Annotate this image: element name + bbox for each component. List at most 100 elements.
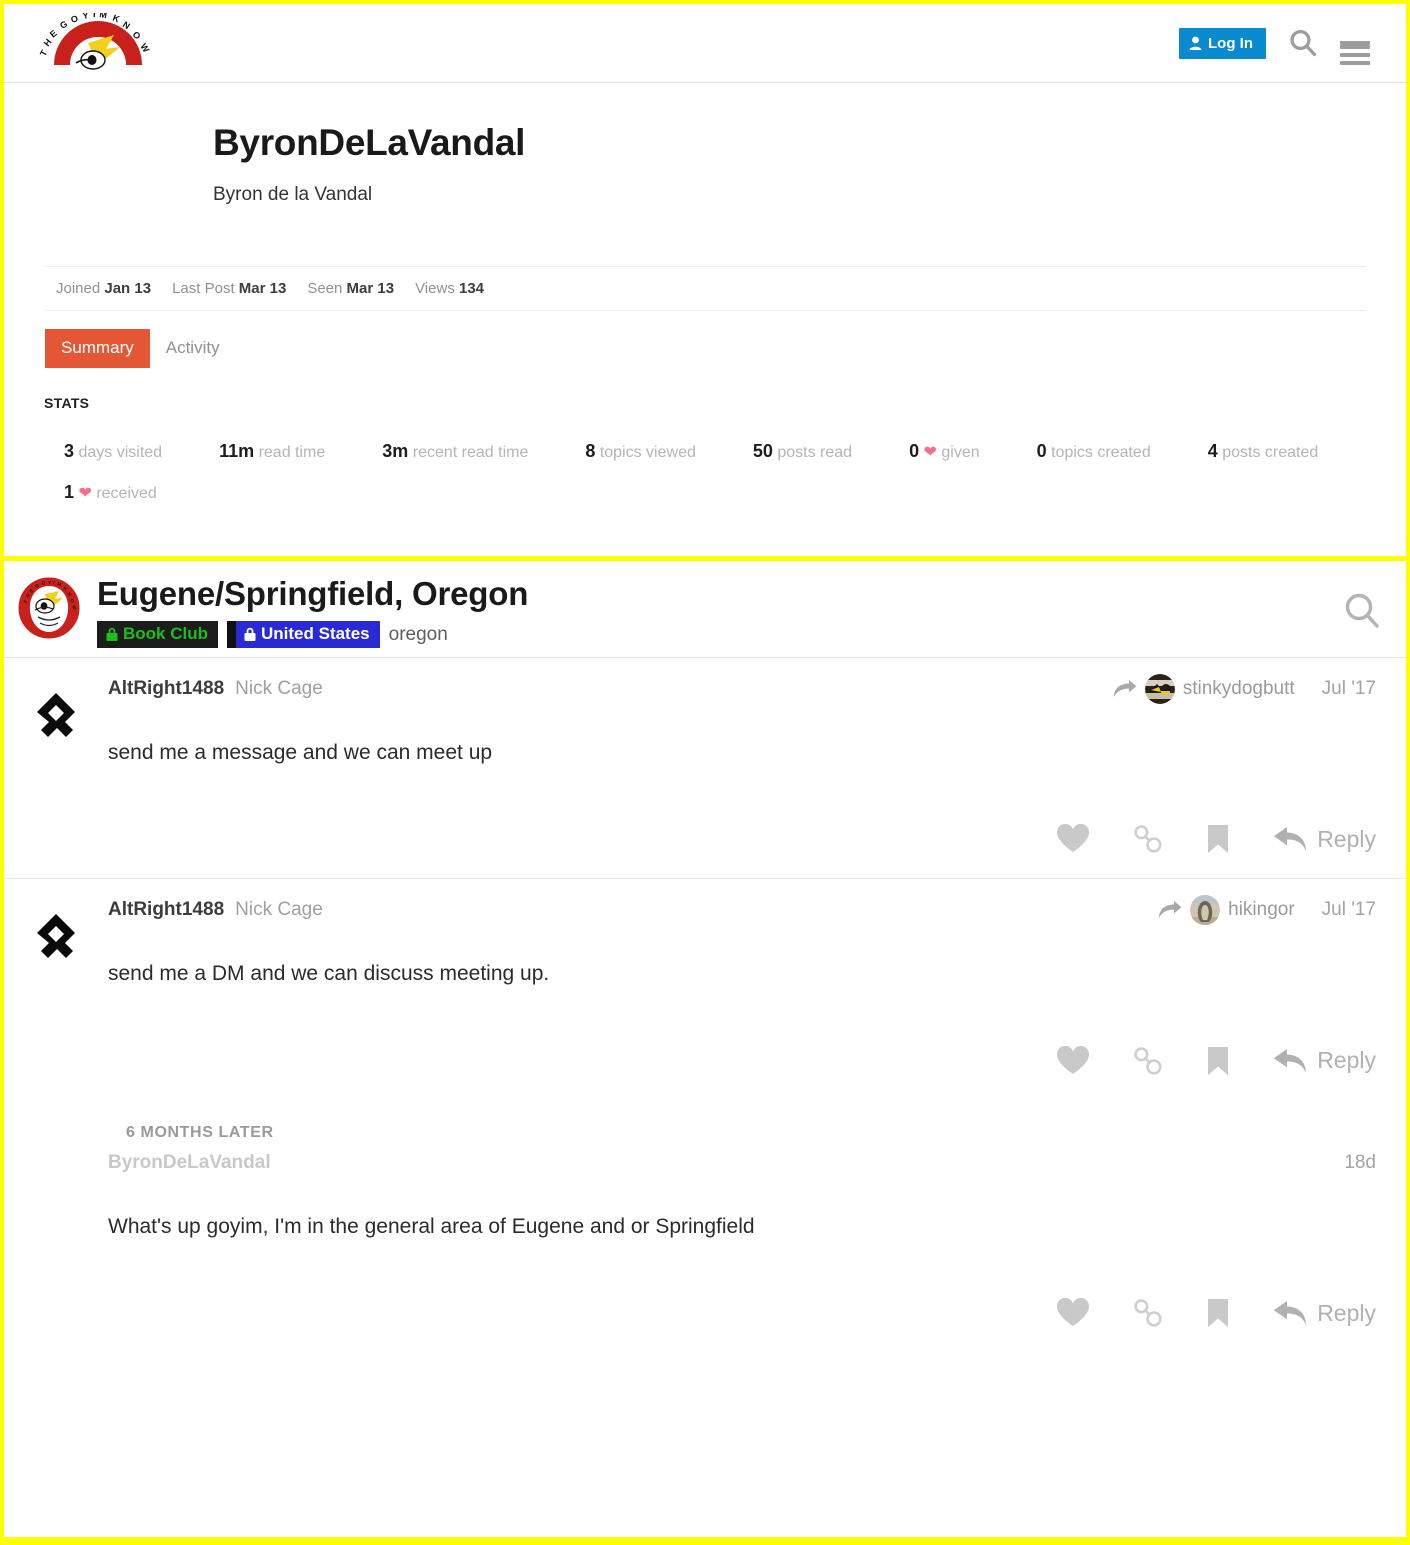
reply-to-username: stinkydogbutt <box>1182 678 1295 699</box>
tab-summary[interactable]: Summary <box>45 328 150 368</box>
svg-text:H: H <box>42 37 54 48</box>
post-body: AltRight1488 Nick Cage <box>86 895 1382 1099</box>
like-button[interactable] <box>1057 824 1090 854</box>
search-icon <box>1288 28 1318 58</box>
profile-meta-joined: Joined Jan 13 <box>56 280 151 297</box>
svg-text:T: T <box>38 48 50 58</box>
reply-arrow-icon <box>1273 1048 1307 1074</box>
post-date: Jul '17 <box>1321 678 1376 699</box>
heart-icon: ❤ <box>923 443 937 461</box>
login-button[interactable]: Log In <box>1179 27 1266 59</box>
user-icon <box>1189 36 1202 50</box>
post-body: AltRight1488 Nick Cage <box>86 674 1382 878</box>
othala-rune-avatar[interactable] <box>26 674 86 878</box>
heart-icon <box>1057 1045 1090 1076</box>
stat-value: 1 <box>64 481 75 502</box>
post-author-username[interactable]: ByronDeLaVandal <box>108 1152 271 1174</box>
category-badge-label: United States <box>261 624 370 644</box>
topic-title[interactable]: Eugene/Springfield, Oregon <box>97 575 528 612</box>
bookmark-button[interactable] <box>1207 824 1229 854</box>
goyim-know-logo[interactable]: T H E G O Y I M K N O W <box>36 13 160 73</box>
goyim-know-eagle-avatar[interactable]: T H E G O Y I M K N O W <box>18 577 80 639</box>
post-actions: Reply <box>108 990 1376 1100</box>
stat-label: posts read <box>777 443 853 461</box>
svg-text:W: W <box>138 42 151 55</box>
post-text: What's up goyim, I'm in the general area… <box>108 1214 755 1238</box>
post-author-username[interactable]: AltRight1488 <box>108 899 224 921</box>
post-body: ByronDeLaVandal 18d What's up goyim, I'm… <box>86 1148 1382 1352</box>
profile-tabs: Summary Activity <box>44 328 1366 368</box>
bookmark-icon <box>1207 1298 1229 1328</box>
meta-label: Joined <box>56 279 101 297</box>
topic-tag-oregon[interactable]: oregon <box>389 624 448 646</box>
chain-link-icon <box>1133 1298 1163 1328</box>
post-text: send me a DM and we can discuss meeting … <box>108 962 550 986</box>
hamburger-menu-icon <box>1340 41 1370 65</box>
stat-value: 50 <box>752 440 773 461</box>
topic-tags: Book Club United States oregon <box>97 621 528 648</box>
stat-value: 11m <box>219 440 255 461</box>
post-avatar-placeholder <box>26 1148 86 1352</box>
site-header: T H E G O Y I M K N O W Log In <box>4 4 1406 83</box>
stat-likes-received: 1 ❤ received <box>64 482 157 503</box>
reply-button-label: Reply <box>1317 1299 1376 1326</box>
header-actions: Log In <box>1179 27 1378 65</box>
copy-link-button[interactable] <box>1133 1298 1163 1328</box>
heart-icon: ❤ <box>78 484 92 502</box>
post-item: AltRight1488 Nick Cage <box>4 878 1406 1099</box>
stat-topics-created: 0 topics created <box>1037 441 1151 462</box>
category-badge-united-states[interactable]: United States <box>227 621 380 648</box>
reply-button-label: Reply <box>1317 825 1376 852</box>
stat-value: 0 <box>909 440 920 461</box>
heart-icon <box>1057 1298 1090 1328</box>
reply-button[interactable]: Reply <box>1273 826 1376 853</box>
header-search-button[interactable] <box>1288 28 1318 58</box>
svg-text:K: K <box>111 13 121 24</box>
meta-label: Last Post <box>172 279 235 297</box>
post-author-username[interactable]: AltRight1488 <box>108 678 224 700</box>
stat-value: 3 <box>64 440 75 461</box>
reply-to-username: hikingor <box>1228 899 1295 921</box>
svg-text:I: I <box>93 13 96 19</box>
lock-icon <box>244 627 256 642</box>
stats-row-primary: 3 days visited 11m read time 3m recent r… <box>44 431 1366 472</box>
reply-button[interactable]: Reply <box>1273 1047 1376 1074</box>
reply-arrow-icon <box>1273 826 1307 852</box>
hamburger-menu-button[interactable] <box>1340 37 1370 65</box>
topic-search-button[interactable] <box>1342 575 1382 631</box>
post-author-fullname: Nick Cage <box>235 678 323 699</box>
stats-list: 3 days visited 11m read time 3m recent r… <box>44 431 1366 513</box>
post-list: AltRight1488 Nick Cage stinkydogbutt Jul… <box>4 658 1406 1352</box>
reply-button[interactable]: Reply <box>1273 1300 1376 1327</box>
meta-value: Jan 13 <box>104 279 152 297</box>
category-badge-label: Book Club <box>123 624 208 644</box>
reply-to-indicator[interactable]: hikingor <box>1158 895 1295 926</box>
time-gap-divider: 6 MONTHS LATER <box>126 1123 274 1141</box>
like-button[interactable] <box>1057 1045 1090 1076</box>
copy-link-button[interactable] <box>1133 824 1163 854</box>
post-author-fullname: Nick Cage <box>235 899 323 921</box>
bookmark-button[interactable] <box>1207 1298 1229 1328</box>
topic-header: T H E G O Y I M K N O W Eugene/Springfie… <box>4 561 1406 658</box>
othala-rune-avatar[interactable] <box>26 895 86 1099</box>
stat-recent-read-time: 3m recent read time <box>382 441 528 462</box>
category-badge-book-club[interactable]: Book Club <box>97 621 218 648</box>
reply-button-label: Reply <box>1317 1047 1376 1074</box>
stat-label: given <box>941 443 980 461</box>
copy-link-button[interactable] <box>1133 1046 1163 1076</box>
reply-to-indicator[interactable]: stinkydogbutt <box>1113 674 1295 704</box>
stat-label: posts created <box>1222 443 1319 461</box>
stat-read-time: 11m read time <box>219 441 325 462</box>
svg-text:G: G <box>58 19 69 31</box>
profile-meta-last-post: Last Post Mar 13 <box>172 280 286 297</box>
post-date: 18d <box>1344 1151 1376 1173</box>
tab-activity[interactable]: Activity <box>150 329 236 368</box>
like-button[interactable] <box>1057 1298 1090 1328</box>
stat-value: 0 <box>1036 440 1047 461</box>
stat-label: read time <box>258 443 326 461</box>
bookmark-button[interactable] <box>1207 1046 1229 1076</box>
profile-meta-views: Views 134 <box>415 280 484 297</box>
post-item: ByronDeLaVandal 18d What's up goyim, I'm… <box>4 1142 1406 1352</box>
login-button-label: Log In <box>1208 34 1253 52</box>
profile-fullname: Byron de la Vandal <box>213 183 373 205</box>
